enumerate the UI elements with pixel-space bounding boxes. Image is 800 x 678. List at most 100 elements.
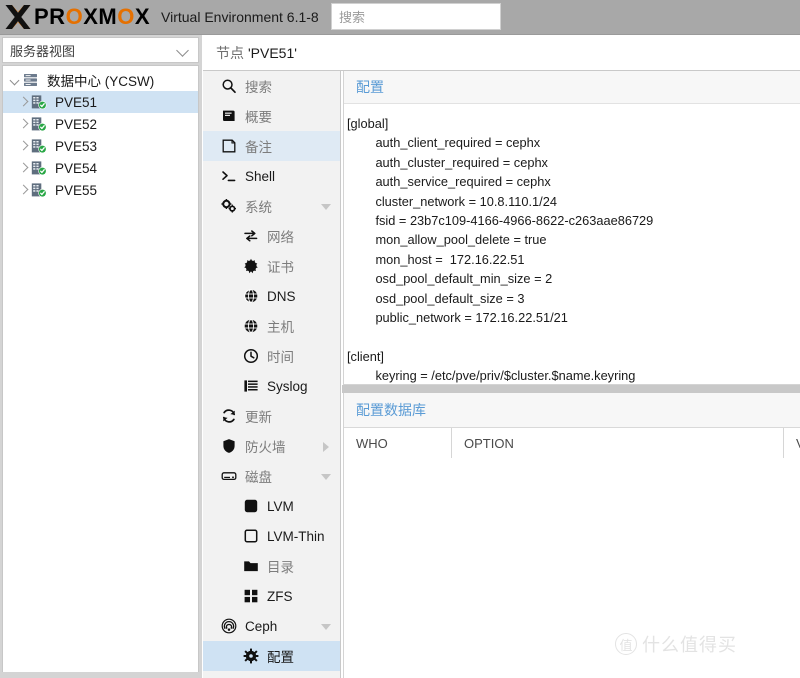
menu-item-gear[interactable]: 配置 [203,641,340,671]
ceph-config-panel-header: 配置 [344,71,800,104]
tree-node-pve55[interactable]: PVE55 [3,179,198,201]
zfs-icon [242,588,259,604]
dns-icon [242,288,259,304]
chevron-down-icon[interactable] [321,204,331,210]
system-icon [220,198,237,214]
wordmark-part-0: PR [34,4,66,29]
menu-item-label: 系统 [245,200,272,215]
menu-item-label: LVM-Thin [267,528,325,544]
wordmark-part-2: XM [83,4,118,29]
menu-item-label: Shell [245,168,276,184]
menu-item-search[interactable]: 搜索 [203,71,340,101]
tree-expand-arrow-icon[interactable] [17,118,30,131]
tree-node-pve51[interactable]: PVE51 [3,91,198,113]
menu-item-label: 主机 [267,320,294,335]
node-title-name: 'PVE51' [248,44,297,61]
tree-expand-arrow-icon[interactable] [17,140,30,153]
proxmox-app: PR O XM O X Virtual Environment 6.1-8 搜索 服务器… [0,0,800,678]
menu-item-hosts[interactable]: 主机 [203,311,340,341]
node-online-icon [31,160,49,176]
menu-item-label: Syslog [267,378,308,394]
tree-expand-arrow-icon[interactable] [17,162,30,175]
tree-node-label: PVE52 [55,116,98,132]
config-db-panel-title: 配置数据库 [356,402,426,418]
menu-item-label: 时间 [267,350,294,365]
datacenter-icon [23,72,41,88]
lvm-icon [242,498,259,514]
tree-node-pve53[interactable]: PVE53 [3,135,198,157]
menu-item-label: 备注 [245,140,272,155]
tree-node-label: PVE55 [55,182,98,198]
menu-item-network[interactable]: 网络 [203,221,340,251]
ceph-config-panel: 配置 [global] auth_client_required = cephx… [343,71,800,385]
menu-item-firewall[interactable]: 防火墙 [203,431,340,461]
menu-item-lvm[interactable]: LVM [203,491,340,521]
view-selector-label: 服务器视图 [10,43,76,59]
menu-item-label: 网络 [267,230,294,245]
proxmox-x-icon [5,5,31,29]
menu-item-syslog[interactable]: Syslog [203,371,340,401]
chevron-down-icon[interactable] [321,624,331,630]
top-header-bar: PR O XM O X Virtual Environment 6.1-8 搜索 [0,0,800,35]
config-db-table-header: WHOOPTIONV [344,428,800,458]
menu-item-label: Ceph [245,618,278,634]
tree-node-label: PVE54 [55,160,98,176]
wordmark-part-4: X [134,4,150,29]
tree-expand-arrow-icon[interactable] [17,96,30,109]
menu-item-label: 配置 [267,650,294,665]
gear-icon [242,648,259,664]
menu-item-dns[interactable]: DNS [203,281,340,311]
config-db-panel: 配置数据库 WHOOPTIONV [343,393,800,678]
tree-node-pve52[interactable]: PVE52 [3,113,198,135]
menu-item-directory[interactable]: 目录 [203,551,340,581]
menu-item-update[interactable]: 更新 [203,401,340,431]
column-header-v[interactable]: V [784,428,800,458]
syslog-icon [242,378,259,394]
menu-item-label: 证书 [267,260,294,275]
chevron-right-icon[interactable] [323,442,329,452]
node-online-icon [31,182,49,198]
menu-item-label: 目录 [267,560,294,575]
proxmox-logo[interactable]: PR O XM O X [4,4,150,30]
node-online-icon [31,94,49,110]
menu-item-shell[interactable]: Shell [203,161,340,191]
time-icon [242,348,259,364]
menu-item-certificate[interactable]: 证书 [203,251,340,281]
ceph-config-text[interactable]: [global] auth_client_required = cephx au… [344,104,800,386]
menu-item-ceph[interactable]: Ceph [203,611,340,641]
proxmox-wordmark: PR O XM O X [34,6,150,28]
column-header-who[interactable]: WHO [344,428,452,458]
node-title-bar: 节点 'PVE51' [203,35,800,71]
product-version-label: Virtual Environment 6.1-8 [161,9,319,25]
panel-splitter[interactable] [342,385,800,393]
hosts-icon [242,318,259,334]
column-header-option[interactable]: OPTION [452,428,784,458]
menu-item-summary[interactable]: 概要 [203,101,340,131]
certificate-icon [242,258,259,274]
tree-node-pve54[interactable]: PVE54 [3,157,198,179]
menu-item-label: 搜索 [245,80,272,95]
menu-item-disks[interactable]: 磁盘 [203,461,340,491]
resource-tree: 数据中心 (YCSW) PVE51 PVE52 PVE53 PVE54 PVE55 [2,65,199,672]
network-icon [242,228,259,244]
search-placeholder-text: 搜索 [339,10,366,25]
menu-item-time[interactable]: 时间 [203,341,340,371]
view-selector[interactable]: 服务器视图 [2,37,199,63]
menu-item-zfs[interactable]: ZFS [203,581,340,611]
tree-node-datacenter[interactable]: 数据中心 (YCSW) [3,69,198,91]
chevron-down-icon[interactable] [321,474,331,480]
tree-collapse-arrow-icon[interactable] [9,74,22,87]
directory-icon [242,558,259,574]
ceph-icon [220,618,237,634]
menu-item-lvm-thin[interactable]: LVM-Thin [203,521,340,551]
tree-expand-arrow-icon[interactable] [17,184,30,197]
menu-item-system[interactable]: 系统 [203,191,340,221]
menu-item-label: DNS [267,288,296,304]
menu-item-label: ZFS [267,588,293,604]
node-title-prefix: 节点 [216,44,244,61]
tree-node-label: PVE51 [55,94,98,110]
config-db-panel-header: 配置数据库 [344,393,800,428]
global-search-input[interactable]: 搜索 [331,3,501,30]
lvm-thin-icon [242,528,259,544]
menu-item-notes[interactable]: 备注 [203,131,340,161]
